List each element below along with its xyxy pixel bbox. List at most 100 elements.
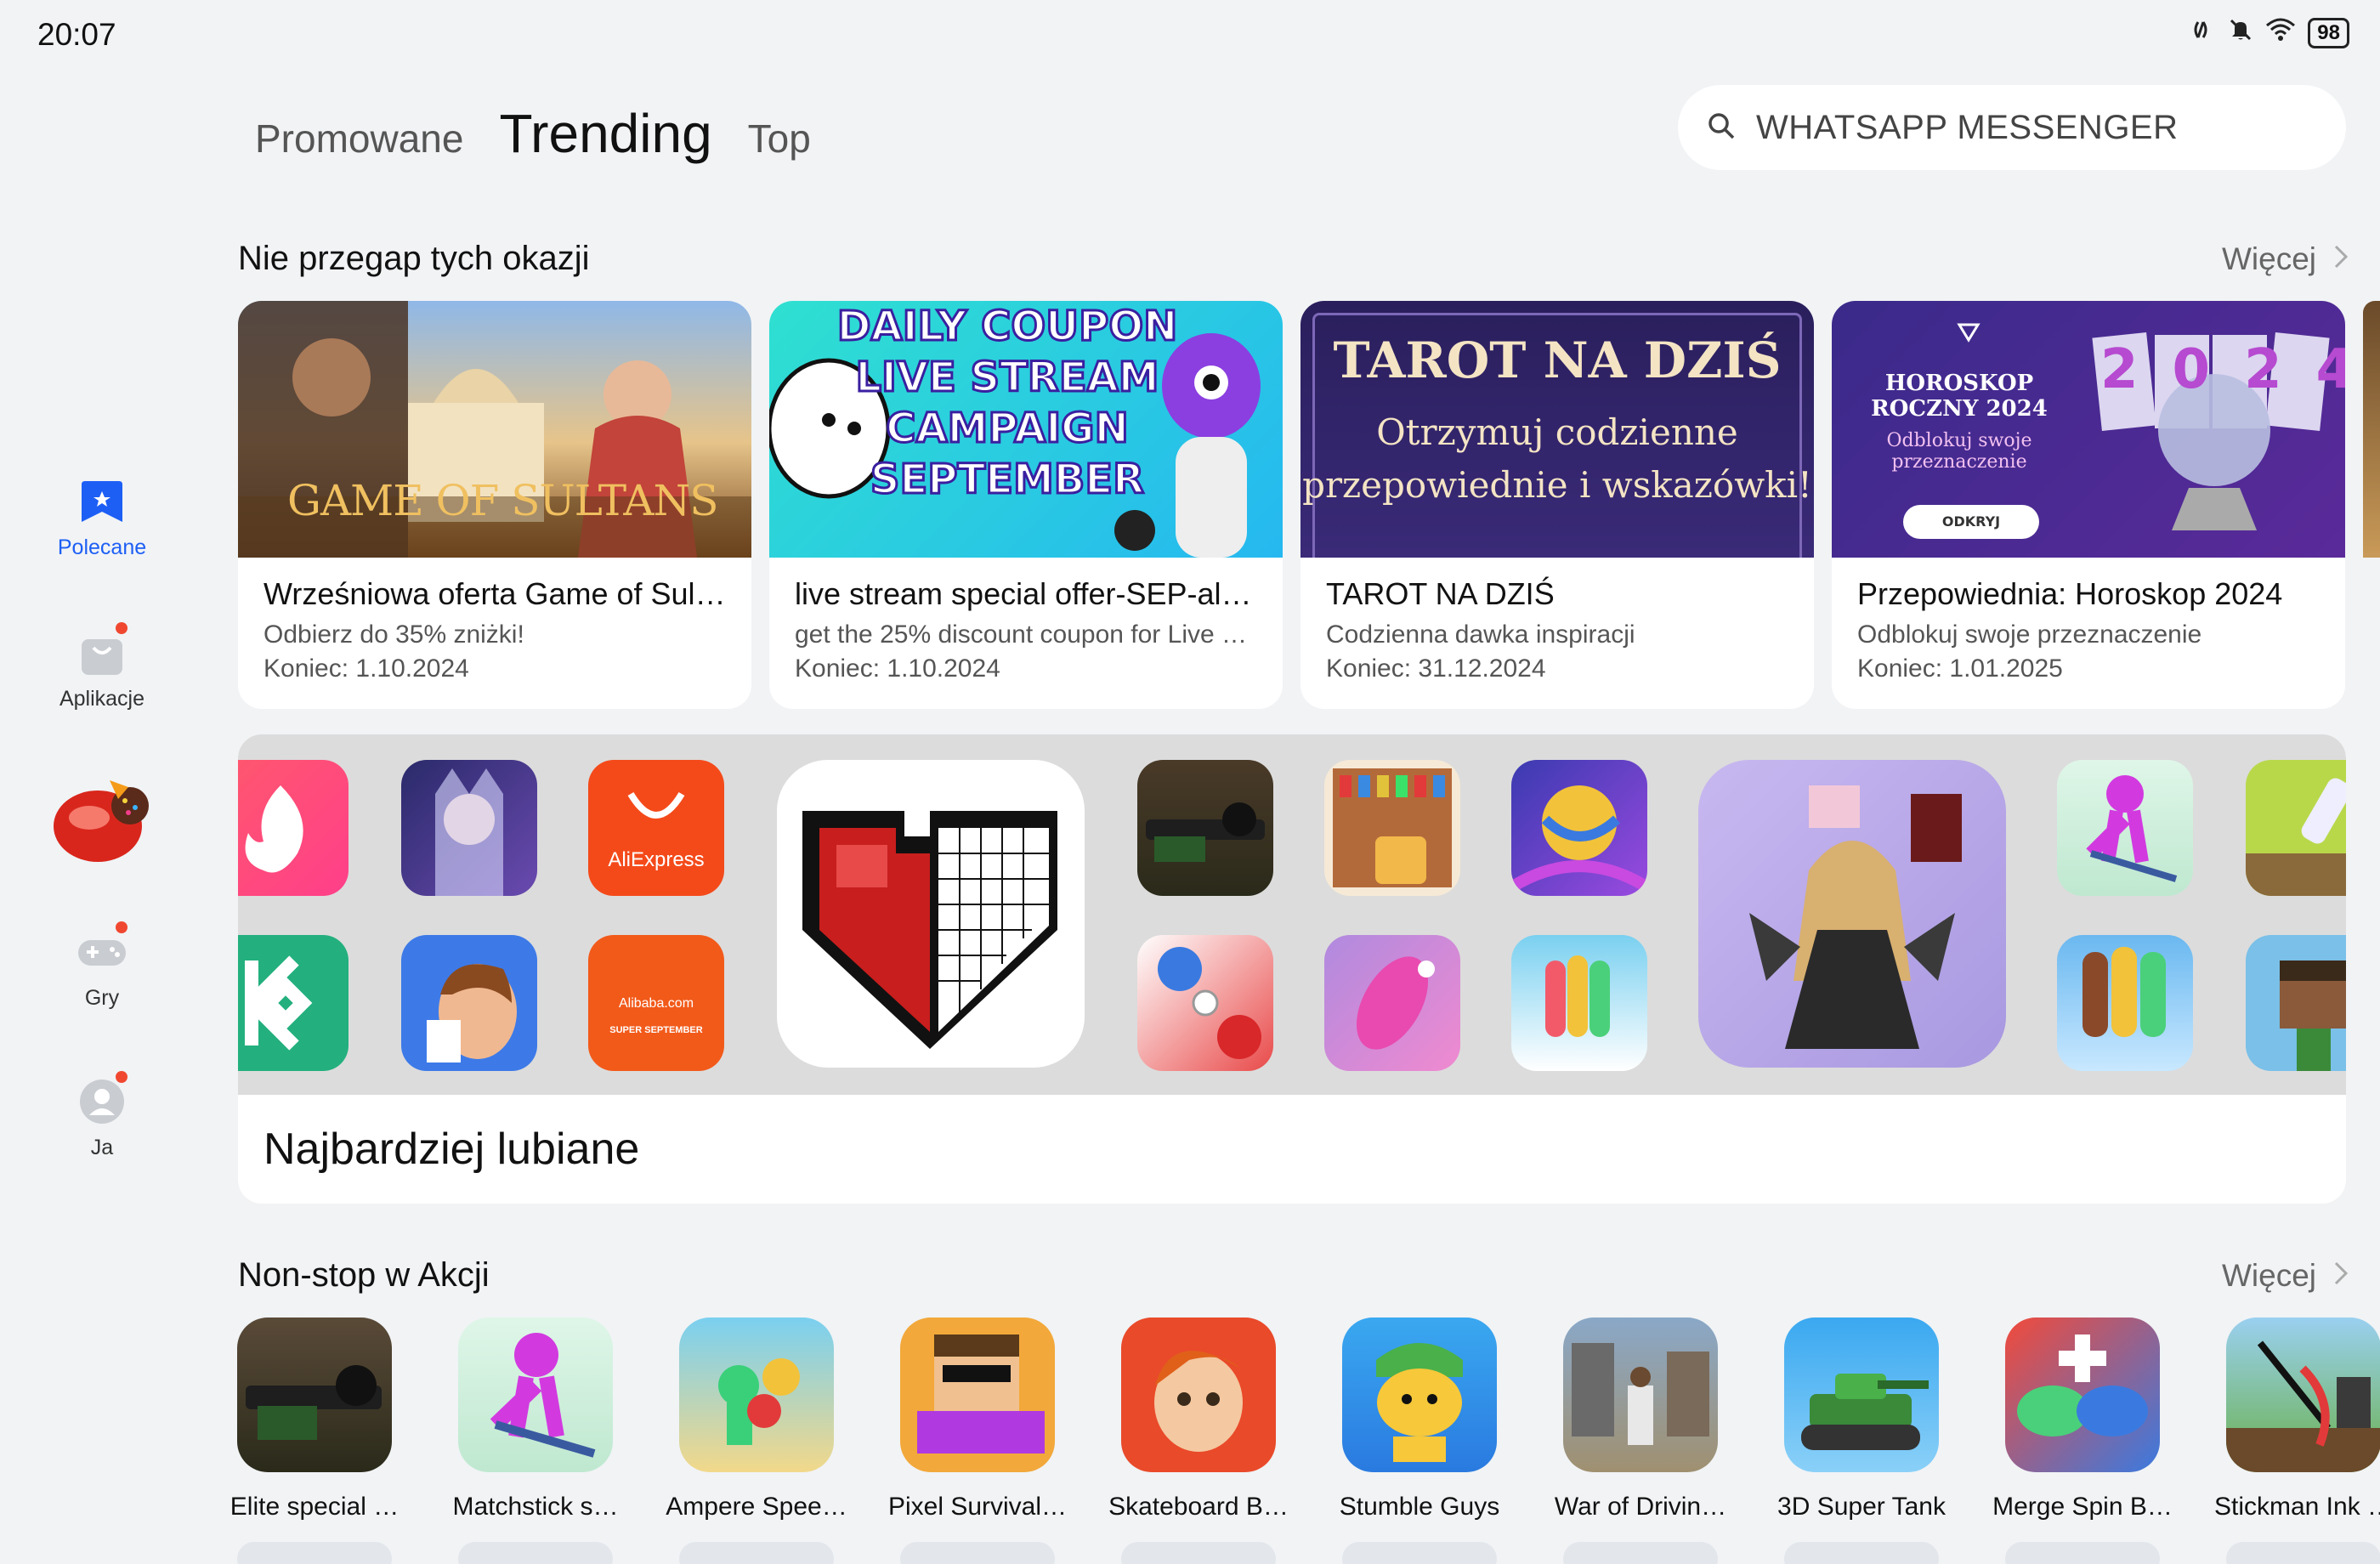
status-icons: 98 (2190, 17, 2349, 49)
deals-more-link[interactable]: Więcej (2222, 241, 2349, 277)
sniper-game-icon[interactable] (1137, 760, 1273, 896)
skateboard-boy-icon (1121, 1318, 1276, 1472)
fantasy-warrior-icon[interactable] (401, 760, 537, 896)
game-3d-super-tank[interactable]: 3D Super Tank (1768, 1318, 1955, 1564)
notification-dot (116, 921, 128, 933)
banner-line: przepowiednie i wskazówki! (1302, 464, 1812, 506)
deal-card-horoskop[interactable]: 2024 HOROSKOP ROCZNY 2024 Odblokuj swoje… (1832, 301, 2345, 709)
game-pixel-survival[interactable]: Pixel Survival… (884, 1318, 1071, 1564)
most-liked-icon-grid: AliExpress Alibaba.com SUPER SEPTEMBER (238, 734, 2346, 1095)
deal-end-date: Koniec: 1.01.2025 (1857, 654, 2063, 683)
face-artist-icon[interactable] (401, 935, 537, 1071)
pixel-survival-icon (900, 1318, 1055, 1472)
tinder-icon[interactable] (238, 760, 348, 896)
game-name: Stumble Guys (1339, 1493, 1500, 1521)
sidebar-item-ja[interactable]: Ja (0, 1071, 204, 1160)
banner-headline: DAILY COUPON LIVE STREAM CAMPAIGN SEPTEM… (829, 301, 1186, 505)
status-time: 20:07 (37, 17, 116, 52)
top-tabs: Promowane Trending Top (255, 102, 811, 165)
matchstick-icon (458, 1318, 613, 1472)
install-button[interactable] (2226, 1542, 2380, 1564)
banner-line: Odblokuj swoje (1886, 430, 2032, 451)
bookmark-icon (76, 476, 128, 527)
sidebar-item-polecane[interactable]: Polecane (0, 476, 204, 560)
game-stumble-guys[interactable]: Stumble Guys (1326, 1318, 1513, 1564)
deal-subtitle: Odblokuj swoje przeznaczenie (1857, 620, 2202, 649)
deal-subtitle: Codzienna dawka inspiracji (1326, 620, 1635, 649)
goods-sort-icon[interactable] (1324, 760, 1460, 896)
deal-card-live-stream[interactable]: DAILY COUPON LIVE STREAM CAMPAIGN SEPTEM… (769, 301, 1283, 709)
aliexpress-icon[interactable]: AliExpress (588, 760, 724, 896)
wifi-icon (2265, 17, 2296, 49)
candy-icon (47, 765, 157, 876)
install-button[interactable] (1121, 1542, 1276, 1564)
sidebar-item-label: Aplikacje (59, 687, 145, 711)
alibaba-sublabel: SUPER SEPTEMBER (609, 1025, 703, 1035)
install-button[interactable] (237, 1542, 392, 1564)
install-button[interactable] (2005, 1542, 2160, 1564)
banner-year: 2024 (2100, 338, 2345, 401)
game-name: Skateboard B… (1108, 1493, 1289, 1521)
game-stickman-ink[interactable]: Stickman Ink … (2210, 1318, 2380, 1564)
install-button[interactable] (900, 1542, 1055, 1564)
game-ampere-speed[interactable]: Ampere Spee… (663, 1318, 850, 1564)
alibaba-icon[interactable]: Alibaba.com SUPER SEPTEMBER (588, 935, 724, 1071)
battery-indicator: 98 (2308, 18, 2349, 48)
ball-run-icon[interactable] (1511, 760, 1647, 896)
deal-card-tarot[interactable]: TAROT NA DZIŚ Otrzymuj codzienne przepow… (1300, 301, 1814, 709)
matchstick-icon[interactable] (2057, 760, 2193, 896)
dress-up-doll-icon[interactable] (1698, 760, 2006, 1068)
deal-banner: DAILY COUPON LIVE STREAM CAMPAIGN SEPTEM… (769, 301, 1283, 558)
deal-title: Wrześniowa oferta Game of Sult… (264, 576, 726, 611)
deal-card-partial[interactable] (2363, 301, 2380, 558)
install-button[interactable] (1784, 1542, 1939, 1564)
game-war-of-driving[interactable]: War of Drivin… (1547, 1318, 1734, 1564)
game-name: 3D Super Tank (1777, 1493, 1946, 1521)
search-bar[interactable]: WHATSAPP MESSENGER (1678, 85, 2346, 170)
game-name: Pixel Survival… (887, 1493, 1068, 1521)
install-button[interactable] (1563, 1542, 1718, 1564)
ice-cream-run-icon[interactable] (2057, 935, 2193, 1071)
deal-card-game-of-sultans[interactable]: GAME OF SULTANS Wrześniowa oferta Game o… (238, 301, 751, 709)
tab-top[interactable]: Top (748, 116, 811, 162)
sidebar-item-gry[interactable]: Gry (0, 921, 204, 1011)
notification-dot (116, 1071, 128, 1083)
tab-promowane[interactable]: Promowane (255, 116, 463, 162)
chevron-right-icon (2333, 1258, 2349, 1294)
sidebar-item-candy-promo[interactable] (0, 765, 204, 876)
merge-spin-icon (2005, 1318, 2160, 1472)
tab-trending[interactable]: Trending (499, 102, 711, 165)
deal-end-date: Koniec: 31.12.2024 (1326, 654, 1546, 683)
search-input[interactable]: WHATSAPP MESSENGER (1756, 109, 2179, 147)
bottle-flip-icon[interactable] (2246, 760, 2346, 896)
game-skateboard[interactable]: Skateboard B… (1105, 1318, 1292, 1564)
banner-line: SEPTEMBER (869, 455, 1145, 505)
sidebar-item-aplikacje[interactable]: Aplikacje (0, 622, 204, 711)
install-button[interactable] (458, 1542, 613, 1564)
nfc-icon (2190, 17, 2216, 49)
install-button[interactable] (1342, 1542, 1497, 1564)
kucoin-icon[interactable] (238, 935, 348, 1071)
most-liked-title: Najbardziej lubiane (264, 1125, 640, 1174)
install-button[interactable] (679, 1542, 834, 1564)
game-name: War of Drivin… (1554, 1493, 1727, 1521)
sidebar-item-label: Gry (84, 986, 120, 1010)
alibaba-label: Alibaba.com (618, 996, 694, 1011)
most-liked-card[interactable]: AliExpress Alibaba.com SUPER SEPTEMBER N… (238, 734, 2346, 1204)
pixel-heart-icon[interactable] (777, 760, 1085, 1068)
game-matchstick[interactable]: Matchstick s… (442, 1318, 629, 1564)
game-name: Matchstick s… (452, 1493, 619, 1521)
deal-title: live stream special offer-SEP-al… (795, 576, 1252, 611)
nail-salon-icon[interactable] (1324, 935, 1460, 1071)
game-elite-special[interactable]: Elite special … (221, 1318, 408, 1564)
craft-character-icon[interactable] (2246, 935, 2346, 1071)
sniper-game-icon (237, 1318, 392, 1472)
air-hockey-icon[interactable] (1137, 935, 1273, 1071)
popsicle-stack-icon[interactable] (1511, 935, 1647, 1071)
deal-title: Przepowiednia: Horoskop 2024 (1857, 576, 2283, 611)
game-merge-spin[interactable]: Merge Spin B… (1989, 1318, 2176, 1564)
sidebar-item-label: Ja (90, 1136, 114, 1159)
ampere-runner-icon (679, 1318, 834, 1472)
nonstop-more-link[interactable]: Więcej (2222, 1258, 2349, 1294)
banner-discover-button: ODKRYJ (1903, 505, 2039, 539)
